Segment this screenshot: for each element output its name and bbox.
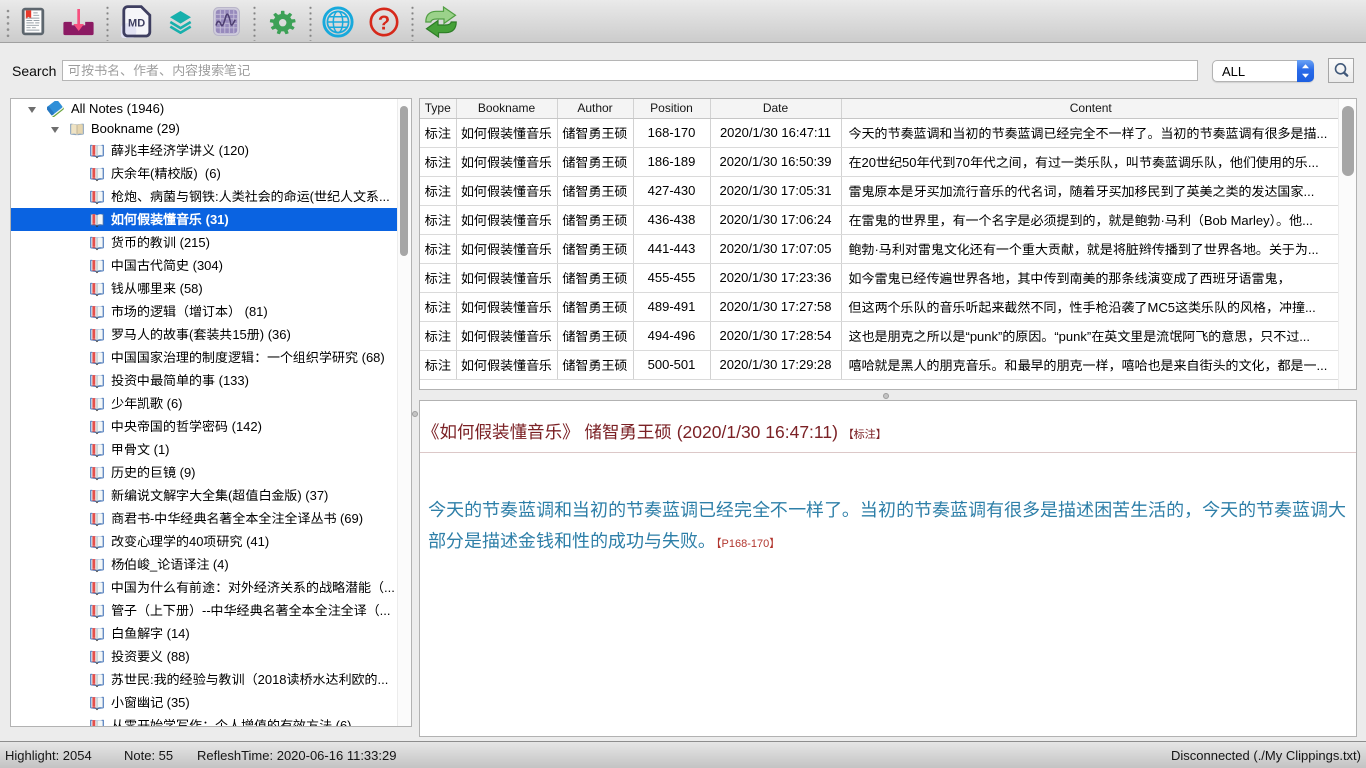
svg-text:?: ? — [378, 12, 390, 34]
svg-text:MD: MD — [128, 18, 145, 30]
